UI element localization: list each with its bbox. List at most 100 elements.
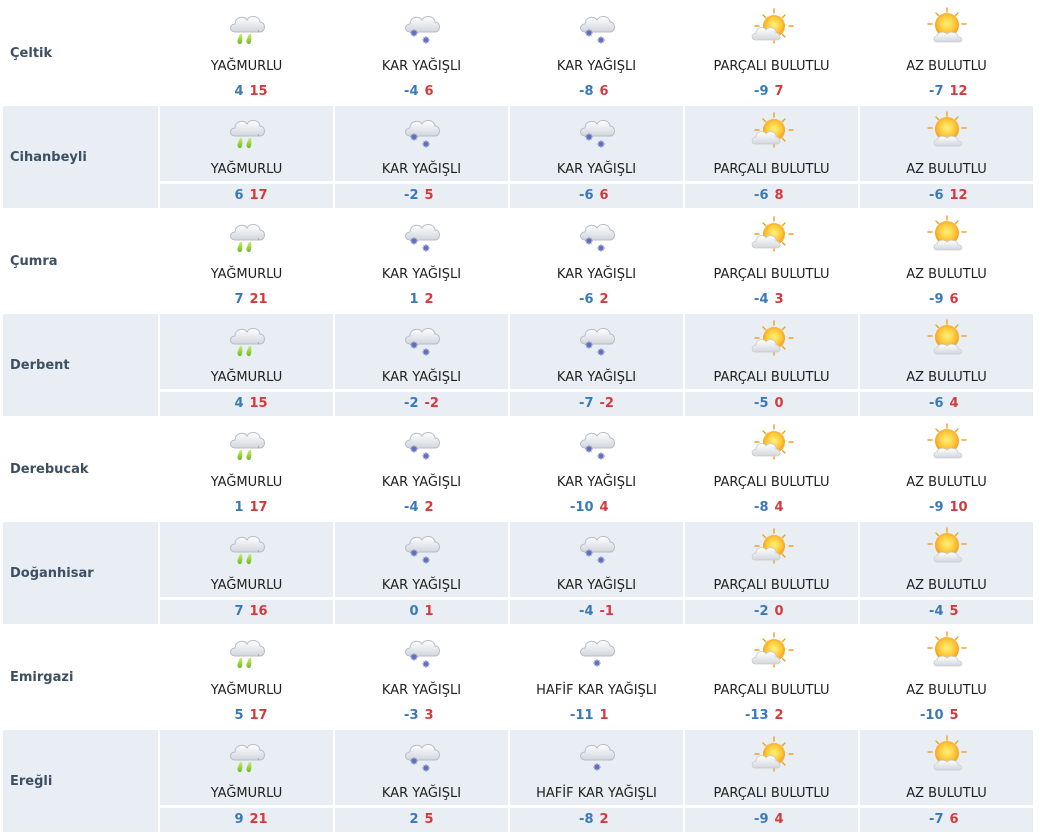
partly-cloudy-icon xyxy=(685,106,858,158)
max-temperature: 12 xyxy=(949,188,968,203)
mostly-sunny-icon xyxy=(860,314,1033,366)
snow-cloud-icon xyxy=(510,418,683,470)
city-name: Doğanhisar xyxy=(3,522,158,624)
min-temperature: -4 xyxy=(404,84,419,99)
min-temperature: -6 xyxy=(754,188,769,203)
max-temperature: 1 xyxy=(424,604,434,619)
day-forecast-cell: PARÇALI BULUTLU -4 3 xyxy=(685,210,858,312)
max-temperature: 2 xyxy=(599,812,609,827)
rain-cloud-icon xyxy=(160,210,333,262)
condition-label: AZ BULUTLU xyxy=(906,59,987,74)
rain-cloud-icon xyxy=(160,314,333,366)
city-row: Cihanbeyli YAĞMURLU 6 17 KAR YAĞIŞLI -2 5 … xyxy=(3,106,1039,210)
partly-cloudy-icon xyxy=(685,2,858,54)
rain-cloud-icon xyxy=(160,626,333,678)
max-temperature: 21 xyxy=(249,812,268,827)
day-forecast-cell: PARÇALI BULUTLU -13 2 xyxy=(685,626,858,728)
mostly-sunny-icon xyxy=(860,210,1033,262)
day-forecast-cell: AZ BULUTLU -9 10 xyxy=(860,418,1033,520)
min-temperature: -10 xyxy=(920,708,944,723)
day-list: YAĞMURLU 9 21 KAR YAĞIŞLI 25 HAFİF KAR YA… xyxy=(160,730,1039,832)
condition-label: HAFİF KAR YAĞIŞLI xyxy=(536,683,657,698)
max-temperature: 3 xyxy=(774,292,784,307)
temperature-range: -6 6 xyxy=(510,184,683,208)
mostly-sunny-icon xyxy=(860,106,1033,158)
condition-label: KAR YAĞIŞLI xyxy=(335,574,508,600)
snow-cloud-icon xyxy=(335,210,508,262)
day-list: YAĞMURLU 5 17 KAR YAĞIŞLI -3 3 HAFİF KAR Y… xyxy=(160,626,1039,728)
max-temperature: 17 xyxy=(249,708,268,723)
max-temperature: 6 xyxy=(949,812,959,827)
day-forecast-cell: HAFİF KAR YAĞIŞLI -8 2 xyxy=(510,730,683,832)
snow-cloud-icon xyxy=(335,522,508,574)
temperature-range: 7 21 xyxy=(160,288,333,312)
day-forecast-cell: KAR YAĞIŞLI -2 5 xyxy=(335,106,508,208)
mostly-sunny-icon xyxy=(860,730,1033,782)
city-row: Çeltik YAĞMURLU 4 15 KAR YAĞIŞLI -4 6 KAR … xyxy=(3,2,1039,106)
city-name: Emirgazi xyxy=(10,669,74,685)
day-forecast-cell: YAĞMURLU 7 16 xyxy=(160,522,333,624)
min-temperature: 7 xyxy=(234,292,244,307)
day-forecast-cell: AZ BULUTLU -10 5 xyxy=(860,626,1033,728)
day-forecast-cell: PARÇALI BULUTLU -9 4 xyxy=(685,730,858,832)
max-temperature: 6 xyxy=(949,292,959,307)
temperature-range: -7 -2 xyxy=(510,392,683,416)
day-forecast-cell: PARÇALI BULUTLU -8 4 xyxy=(685,418,858,520)
temperature-range: -10 4 xyxy=(510,496,683,520)
min-temperature: 1 xyxy=(234,500,244,515)
day-forecast-cell: AZ BULUTLU -7 6 xyxy=(860,730,1033,832)
condition-label: PARÇALI BULUTLU xyxy=(713,683,830,698)
min-temperature: -6 xyxy=(579,292,594,307)
max-temperature: 6 xyxy=(599,188,609,203)
condition-label: YAĞMURLU xyxy=(210,475,283,490)
condition-label: PARÇALI BULUTLU xyxy=(713,59,830,74)
min-temperature: -8 xyxy=(579,84,594,99)
condition-label: YAĞMURLU xyxy=(210,267,283,282)
light-snow-cloud-icon xyxy=(510,730,683,782)
max-temperature: 2 xyxy=(424,292,434,307)
max-temperature: -1 xyxy=(599,604,614,619)
condition-label: AZ BULUTLU xyxy=(906,683,987,698)
temperature-range: 6 17 xyxy=(160,184,333,208)
max-temperature: 16 xyxy=(249,604,268,619)
min-temperature: -7 xyxy=(929,84,944,99)
day-forecast-cell: KAR YAĞIŞLI -8 6 xyxy=(510,2,683,104)
temperature-range: -2 0 xyxy=(685,600,858,624)
min-temperature: 9 xyxy=(234,812,244,827)
mostly-sunny-icon xyxy=(860,2,1033,54)
partly-cloudy-icon xyxy=(685,418,858,470)
temperature-range: -10 5 xyxy=(860,704,1033,728)
day-forecast-cell: KAR YAĞIŞLI -10 4 xyxy=(510,418,683,520)
snow-cloud-icon xyxy=(510,210,683,262)
city-row: Doğanhisar YAĞMURLU 7 16 KAR YAĞIŞLI 01 K… xyxy=(3,522,1039,626)
min-temperature: -9 xyxy=(754,812,769,827)
min-temperature: 5 xyxy=(234,708,244,723)
condition-label: HAFİF KAR YAĞIŞLI xyxy=(510,782,683,808)
day-forecast-cell: KAR YAĞIŞLI -4 6 xyxy=(335,2,508,104)
condition-label: PARÇALI BULUTLU xyxy=(713,475,830,490)
snow-cloud-icon xyxy=(510,106,683,158)
condition-label: KAR YAĞIŞLI xyxy=(335,782,508,808)
city-row: Emirgazi YAĞMURLU 5 17 KAR YAĞIŞLI -3 3 HA… xyxy=(3,626,1039,730)
temperature-range: -8 2 xyxy=(510,808,683,832)
max-temperature: 8 xyxy=(774,188,784,203)
max-temperature: 15 xyxy=(249,84,268,99)
forecast-table: Çeltik YAĞMURLU 4 15 KAR YAĞIŞLI -4 6 KAR … xyxy=(3,2,1039,834)
day-forecast-cell: KAR YAĞIŞLI -2 -2 xyxy=(335,314,508,416)
temperature-range: -9 10 xyxy=(860,496,1033,520)
city-name: Cihanbeyli xyxy=(3,106,158,208)
temperature-range: -5 0 xyxy=(685,392,858,416)
min-temperature: -9 xyxy=(929,500,944,515)
max-temperature: 0 xyxy=(774,396,784,411)
condition-label: AZ BULUTLU xyxy=(860,366,1033,392)
min-temperature: -4 xyxy=(929,604,944,619)
day-forecast-cell: KAR YAĞIŞLI 12 xyxy=(335,210,508,312)
min-temperature: -5 xyxy=(754,396,769,411)
max-temperature: 17 xyxy=(249,500,268,515)
condition-label: AZ BULUTLU xyxy=(860,158,1033,184)
day-forecast-cell: YAĞMURLU 6 17 xyxy=(160,106,333,208)
temperature-range: -6 12 xyxy=(860,184,1033,208)
day-list: YAĞMURLU 4 15 KAR YAĞIŞLI -4 6 KAR YAĞIŞLI… xyxy=(160,2,1039,104)
day-forecast-cell: PARÇALI BULUTLU -2 0 xyxy=(685,522,858,624)
day-forecast-cell: AZ BULUTLU -4 5 xyxy=(860,522,1033,624)
